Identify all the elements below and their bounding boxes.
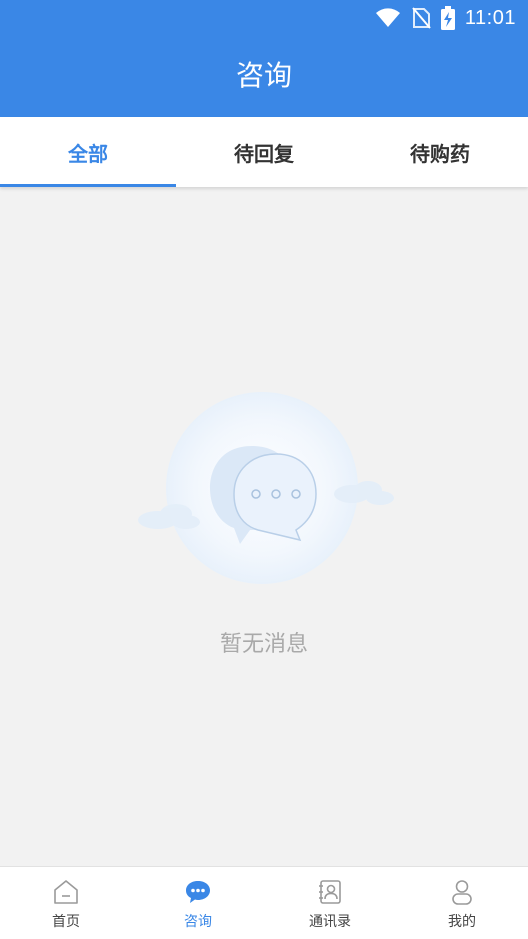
battery-charging-icon xyxy=(440,6,455,30)
tab-bar: 全部 待回复 待购药 xyxy=(0,117,528,187)
nav-profile-label: 我的 xyxy=(448,914,476,930)
tab-all[interactable]: 全部 xyxy=(0,117,176,187)
user-icon xyxy=(452,880,472,905)
tab-active-indicator xyxy=(0,184,176,187)
contacts-icon xyxy=(319,880,341,904)
status-icons: 11:01 xyxy=(375,5,516,31)
chat-icon xyxy=(186,881,210,903)
bottom-nav: 首页 咨询 通讯录 我的 xyxy=(0,866,528,939)
tab-pending-purchase[interactable]: 待购药 xyxy=(352,117,528,187)
nav-contacts-label: 通讯录 xyxy=(309,914,351,930)
nav-home[interactable]: 首页 xyxy=(0,867,132,939)
wifi-icon xyxy=(375,8,400,27)
chat-bubble-empty-icon xyxy=(138,392,394,584)
status-time: 11:01 xyxy=(464,6,516,29)
nav-consult-label: 咨询 xyxy=(184,914,212,930)
empty-message: 暂无消息 xyxy=(219,632,308,657)
nav-home-label: 首页 xyxy=(52,914,80,930)
tab-pending-reply[interactable]: 待回复 xyxy=(176,117,352,187)
tab-pending-purchase-label: 待购药 xyxy=(410,141,470,166)
nav-contacts[interactable]: 通讯录 xyxy=(264,867,396,939)
tab-all-label: 全部 xyxy=(68,141,108,166)
no-sim-icon xyxy=(412,7,431,29)
empty-state: 暂无消息 xyxy=(0,190,528,866)
app-header: 11:01 咨询 xyxy=(0,0,528,117)
nav-consult[interactable]: 咨询 xyxy=(132,867,264,939)
home-icon xyxy=(54,880,78,904)
tab-pending-reply-label: 待回复 xyxy=(234,141,294,166)
page-title: 咨询 xyxy=(235,59,292,92)
nav-profile[interactable]: 我的 xyxy=(396,867,528,939)
status-bar: 11:01 xyxy=(0,0,528,36)
